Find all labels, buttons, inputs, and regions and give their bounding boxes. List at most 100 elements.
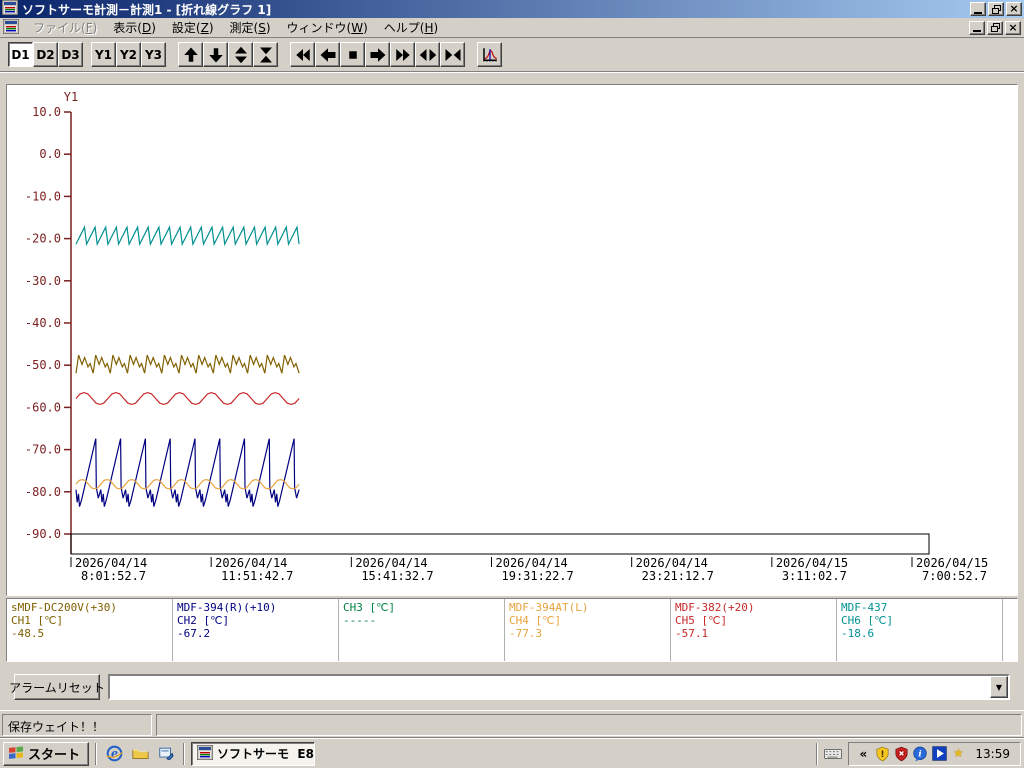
svg-text:-20.0: -20.0	[25, 232, 61, 246]
restore-button[interactable]	[988, 2, 1004, 16]
toolbar-rewind-icon[interactable]	[290, 42, 315, 67]
svg-text:e: e	[111, 747, 118, 760]
start-label: スタート	[28, 748, 81, 763]
ie-icon[interactable]: e	[105, 745, 123, 763]
svg-text:2026/04/14: 2026/04/14	[75, 556, 147, 570]
svg-text:-90.0: -90.0	[25, 527, 61, 541]
start-button[interactable]: スタート	[3, 741, 90, 766]
taskbar-app-label: ソフトサーモ E830	[217, 747, 314, 761]
legend-channel-unit: CH2 [℃]	[177, 614, 230, 627]
minimize-button[interactable]	[970, 2, 986, 16]
svg-text:2026/04/15: 2026/04/15	[776, 556, 848, 570]
svg-text:-80.0: -80.0	[25, 485, 61, 499]
chevron-collapse-icon[interactable]: «	[855, 746, 871, 762]
folder-icon[interactable]	[131, 745, 149, 763]
title-bar[interactable]: ソフトサーモ計測－計測1 - [折れ線グラフ 1] ×	[0, 0, 1024, 18]
series-CH2	[75, 438, 300, 507]
series-CH6	[75, 225, 300, 247]
app-chart-icon	[196, 744, 214, 763]
toolbar-button-Y2[interactable]: Y2	[116, 42, 141, 67]
series-CH5	[75, 391, 300, 406]
channel-legend: sMDF-DC200V(+30) CH1 [℃] -48.5 MDF-394(R)(+…	[6, 598, 1018, 662]
toolbar-graph-icon[interactable]	[477, 42, 502, 67]
close-button[interactable]: ×	[1006, 2, 1022, 16]
child-close-button[interactable]: ×	[1005, 20, 1021, 35]
legend-cell-CH5: MDF-382(+20) CH5 [℃] -57.1	[671, 599, 837, 661]
star-icon[interactable]: ★	[950, 746, 966, 762]
show-desktop-icon[interactable]	[157, 745, 175, 763]
svg-text:3:11:02.7: 3:11:02.7	[782, 569, 847, 583]
keyboard-icon[interactable]	[818, 747, 848, 760]
status-bar: 保存ウェイト！！	[0, 710, 1024, 738]
security-warning-icon[interactable]: !	[874, 746, 890, 762]
line-chart: Y110.0 0.0 -10.0 -20.0 -30.0 -40.0 -50.0 -60.0 -…	[25, 90, 988, 583]
svg-text:15:41:32.7: 15:41:32.7	[361, 569, 433, 583]
toolbar-step-back-icon[interactable]	[315, 42, 340, 67]
legend-cell-CH2: MDF-394(R)(+10) CH2 [℃] -67.2	[173, 599, 339, 661]
menu-Z[interactable]: 設定(Z)	[164, 17, 222, 38]
svg-text:2026/04/14: 2026/04/14	[496, 556, 568, 570]
security-alert-icon[interactable]	[893, 746, 909, 762]
toolbar-compress-vertical-icon[interactable]	[253, 42, 278, 67]
toolbar-button-D1[interactable]: D1	[8, 42, 33, 67]
alarm-combobox[interactable]: ▼	[108, 674, 1010, 700]
chevron-down-icon[interactable]: ▼	[990, 676, 1008, 698]
toolbar-button-D3[interactable]: D3	[58, 42, 83, 67]
toolbar-expand-horizontal-icon[interactable]	[415, 42, 440, 67]
svg-text:8:01:52.7: 8:01:52.7	[81, 569, 146, 583]
toolbar-expand-vertical-icon[interactable]	[228, 42, 253, 67]
toolbar-scroll-down-icon[interactable]	[203, 42, 228, 67]
toolbar-stop-icon[interactable]	[340, 42, 365, 67]
alarm-combobox-value	[110, 676, 990, 698]
toolbar-button-D2[interactable]: D2	[33, 42, 58, 67]
legend-current-value: -57.1	[675, 627, 709, 640]
svg-text:2026/04/14: 2026/04/14	[355, 556, 427, 570]
legend-cell-CH6: MDF-437 CH6 [℃] -18.6	[837, 599, 1003, 661]
status-message: 保存ウェイト！！	[2, 713, 152, 736]
taskbar-app-button[interactable]: ソフトサーモ E830	[191, 741, 316, 766]
svg-text:-60.0: -60.0	[25, 400, 61, 414]
menu-W[interactable]: ウィンドウ(W)	[279, 17, 376, 38]
svg-text:Y1: Y1	[64, 90, 78, 104]
legend-sensor-name: MDF-394AT(L)	[509, 601, 589, 614]
toolbar-scroll-up-icon[interactable]	[178, 42, 203, 67]
taskbar-divider	[183, 742, 186, 765]
legend-channel-unit: CH6 [℃]	[841, 614, 894, 627]
child-minimize-button[interactable]	[969, 20, 985, 35]
legend-channel-unit: CH4 [℃]	[509, 614, 562, 627]
alarm-reset-button[interactable]: アラームリセット	[9, 674, 105, 700]
toolbar-step-forward-icon[interactable]	[365, 42, 390, 67]
svg-text:2026/04/15: 2026/04/15	[916, 556, 988, 570]
svg-text:-30.0: -30.0	[25, 274, 61, 288]
svg-text:2026/04/14: 2026/04/14	[215, 556, 287, 570]
svg-text:-10.0: -10.0	[25, 189, 61, 203]
legend-current-value: -----	[343, 614, 377, 627]
svg-text:7:00:52.7: 7:00:52.7	[922, 569, 987, 583]
system-tray: «! i ★ 13:59	[848, 741, 1021, 766]
legend-channel-unit: CH5 [℃]	[675, 614, 728, 627]
svg-text:-50.0: -50.0	[25, 358, 61, 372]
mdi-child-icon app-chart-icon[interactable]	[2, 18, 20, 37]
menu-bar: ファイル(F) 表示(D) 設定(Z) 測定(S) ウィンドウ(W) ヘルプ(H) ×	[0, 18, 1024, 38]
legend-current-value: -77.3	[509, 627, 543, 640]
child-restore-button[interactable]	[987, 20, 1003, 35]
svg-text:-40.0: -40.0	[25, 316, 61, 330]
legend-sensor-name: sMDF-DC200V(+30)	[11, 601, 117, 614]
taskbar: スタート e ソフトサーモ E830 «! i ★ 13:59	[0, 738, 1024, 768]
svg-text:19:31:22.7: 19:31:22.7	[502, 569, 574, 583]
line-graph-panel[interactable]: Y1 10.0 0.0 -10.0 -20.0 -30.0 -40.0 -50.0 -60.0 -…	[6, 84, 1018, 596]
menu-D[interactable]: 表示(D)	[105, 17, 164, 38]
menu-F: ファイル(F)	[33, 21, 98, 35]
svg-text:11:51:42.7: 11:51:42.7	[221, 569, 293, 583]
legend-cell-CH4: MDF-394AT(L) CH4 [℃] -77.3	[505, 599, 671, 661]
info-balloon-icon[interactable]: i	[912, 746, 928, 762]
menu-S[interactable]: 測定(S)	[222, 17, 279, 38]
media-play-icon[interactable]	[931, 746, 947, 762]
toolbar-compress-horizontal-icon[interactable]	[440, 42, 465, 67]
menu-H[interactable]: ヘルプ(H)	[376, 17, 446, 38]
legend-current-value: -48.5	[11, 627, 45, 640]
toolbar-button-Y1[interactable]: Y1	[91, 42, 116, 67]
toolbar-button-Y3[interactable]: Y3	[141, 42, 166, 67]
legend-cell-CH1: sMDF-DC200V(+30) CH1 [℃] -48.5	[7, 599, 173, 661]
toolbar-fast-forward-icon[interactable]	[390, 42, 415, 67]
